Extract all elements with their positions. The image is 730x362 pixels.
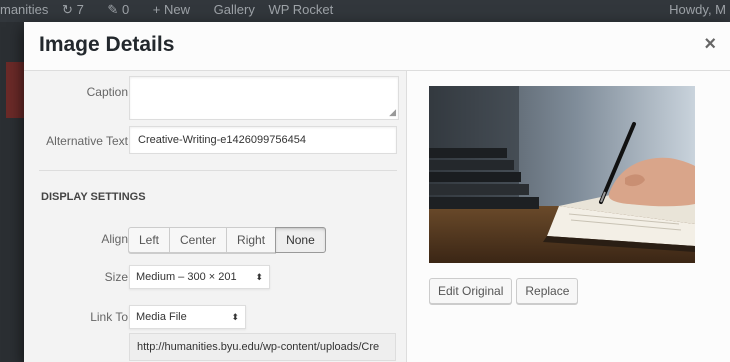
- display-settings-heading: DISPLAY SETTINGS: [41, 191, 146, 203]
- image-preview: [429, 86, 695, 263]
- writing-photo: [429, 86, 695, 263]
- select-arrow-icon: ⬍: [255, 272, 263, 282]
- caption-label: Caption: [86, 85, 128, 99]
- alt-text-label: Alternative Text: [46, 134, 128, 148]
- align-right-button[interactable]: Right: [226, 227, 277, 253]
- caption-textarea[interactable]: ◢: [129, 76, 399, 120]
- align-center-button[interactable]: Center: [169, 227, 228, 253]
- modal-title: Image Details: [39, 33, 175, 56]
- admin-bar-site[interactable]: manities: [0, 2, 48, 17]
- link-to-select[interactable]: Media File ⬍: [129, 305, 246, 329]
- size-select[interactable]: Medium – 300 × 201 ⬍: [129, 265, 270, 289]
- replace-button[interactable]: Replace: [516, 278, 579, 304]
- updates-count: 7: [76, 2, 84, 17]
- modal-header: Image Details ×: [24, 22, 730, 71]
- comments-count: 0: [121, 2, 130, 17]
- admin-bar-wp-rocket[interactable]: WP Rocket: [268, 2, 333, 17]
- link-url-input[interactable]: http://humanities.byu.edu/wp-content/upl…: [129, 333, 396, 361]
- link-to-value: Media File: [136, 311, 187, 323]
- admin-bar-new[interactable]: + New: [153, 2, 200, 17]
- select-arrow-icon: ⬍: [231, 312, 239, 322]
- align-left-button[interactable]: Left: [128, 227, 171, 253]
- comments-icon[interactable]: ✎ 0: [107, 2, 139, 17]
- align-label: Align: [101, 232, 128, 246]
- updates-icon[interactable]: ↻ 7: [62, 2, 94, 17]
- size-label: Size: [104, 270, 128, 284]
- alt-text-input[interactable]: Creative-Writing-e1426099756454: [129, 126, 397, 154]
- image-details-modal: Image Details × Caption ◢ Alternative Te…: [24, 22, 730, 362]
- resize-grip-icon[interactable]: ◢: [389, 107, 396, 118]
- admin-bar-gallery[interactable]: Gallery: [214, 2, 255, 17]
- link-to-label: Link To: [90, 310, 128, 324]
- divider: [39, 170, 397, 171]
- edit-original-button[interactable]: Edit Original: [429, 278, 513, 304]
- settings-panel: Caption ◢ Alternative Text Creative-Writ…: [24, 71, 407, 362]
- preview-actions: Edit Original Replace: [429, 278, 579, 304]
- admin-bar-greeting[interactable]: Howdy, M: [669, 2, 726, 17]
- align-button-group: Left Center Right None: [128, 227, 326, 253]
- close-icon[interactable]: ×: [704, 34, 716, 54]
- new-label: New: [164, 2, 191, 17]
- admin-bar-left: manities ↻ 7 ✎ 0 + New Gallery WP Rocket: [0, 2, 343, 18]
- size-value: Medium – 300 × 201: [136, 271, 237, 283]
- admin-bar: manities ↻ 7 ✎ 0 + New Gallery WP Rocket…: [0, 0, 730, 22]
- align-none-button[interactable]: None: [275, 227, 326, 253]
